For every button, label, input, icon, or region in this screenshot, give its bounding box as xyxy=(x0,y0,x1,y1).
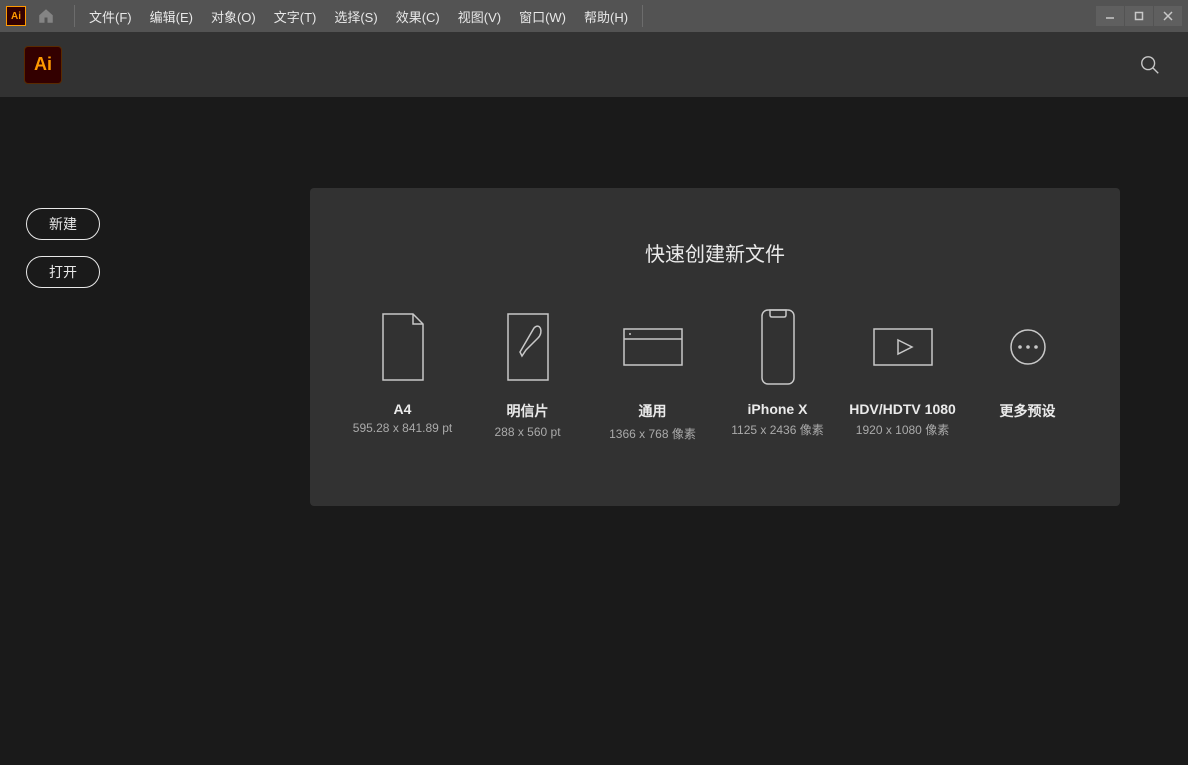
preset-label: iPhone X xyxy=(748,401,808,417)
preset-postcard[interactable]: 明信片 288 x 560 pt xyxy=(465,307,590,439)
maximize-button[interactable] xyxy=(1125,6,1153,26)
app-logo-icon: Ai xyxy=(6,6,26,26)
preset-a4[interactable]: A4 595.28 x 841.89 pt xyxy=(340,307,465,435)
preset-common[interactable]: 通用 1366 x 768 像素 xyxy=(590,307,715,442)
close-button[interactable] xyxy=(1154,6,1182,26)
preset-more[interactable]: 更多预设 xyxy=(965,307,1090,425)
preset-label: 明信片 xyxy=(507,401,549,421)
preset-label: A4 xyxy=(394,401,412,417)
preset-hdtv[interactable]: HDV/HDTV 1080 1920 x 1080 像素 xyxy=(840,307,965,438)
preset-list: A4 595.28 x 841.89 pt 明信片 288 x 560 pt xyxy=(340,307,1090,442)
preset-label: 通用 xyxy=(639,401,667,421)
sub-header: Ai xyxy=(0,32,1188,98)
preset-iphonex[interactable]: iPhone X 1125 x 2436 像素 xyxy=(715,307,840,438)
menu-view[interactable]: 视图(V) xyxy=(450,3,509,30)
brush-icon xyxy=(504,307,552,387)
divider xyxy=(74,5,75,27)
phone-icon xyxy=(758,307,798,387)
ai-logo-icon: Ai xyxy=(24,46,62,84)
new-button[interactable]: 新建 xyxy=(26,208,100,240)
titlebar: Ai 文件(F) 编辑(E) 对象(O) 文字(T) 选择(S) 效果(C) 视… xyxy=(0,0,1188,32)
video-icon xyxy=(872,307,934,387)
menu-bar: 文件(F) 编辑(E) 对象(O) 文字(T) 选择(S) 效果(C) 视图(V… xyxy=(81,3,636,30)
preset-dim: 288 x 560 pt xyxy=(494,425,560,439)
menu-window[interactable]: 窗口(W) xyxy=(511,3,574,30)
menu-help[interactable]: 帮助(H) xyxy=(576,3,636,30)
menu-edit[interactable]: 编辑(E) xyxy=(142,3,201,30)
search-button[interactable] xyxy=(1136,51,1164,79)
menu-file[interactable]: 文件(F) xyxy=(81,3,140,30)
menu-type[interactable]: 文字(T) xyxy=(266,3,325,30)
menu-object[interactable]: 对象(O) xyxy=(203,3,264,30)
preset-dim: 1920 x 1080 像素 xyxy=(856,421,949,438)
preset-label: HDV/HDTV 1080 xyxy=(849,401,956,417)
menu-select[interactable]: 选择(S) xyxy=(326,3,385,30)
more-icon xyxy=(1008,307,1048,387)
preset-dim: 1366 x 768 像素 xyxy=(609,425,696,442)
browser-icon xyxy=(622,307,684,387)
menu-effect[interactable]: 效果(C) xyxy=(388,3,448,30)
open-button[interactable]: 打开 xyxy=(26,256,100,288)
quick-create-panel: 快速创建新文件 A4 595.28 x 841.89 pt 明信片 288 x … xyxy=(310,188,1120,506)
content-area: 新建 打开 快速创建新文件 A4 595.28 x 841.89 pt 明信 xyxy=(0,98,1188,765)
left-column: 新建 打开 xyxy=(0,98,310,765)
preset-label: 更多预设 xyxy=(1000,401,1056,421)
preset-dim: 1125 x 2436 像素 xyxy=(731,421,824,438)
preset-dim: 595.28 x 841.89 pt xyxy=(353,421,452,435)
document-icon xyxy=(379,307,427,387)
window-controls xyxy=(1095,6,1182,26)
minimize-button[interactable] xyxy=(1096,6,1124,26)
home-button[interactable] xyxy=(34,4,58,28)
panel-title: 快速创建新文件 xyxy=(340,238,1090,267)
divider xyxy=(642,5,643,27)
